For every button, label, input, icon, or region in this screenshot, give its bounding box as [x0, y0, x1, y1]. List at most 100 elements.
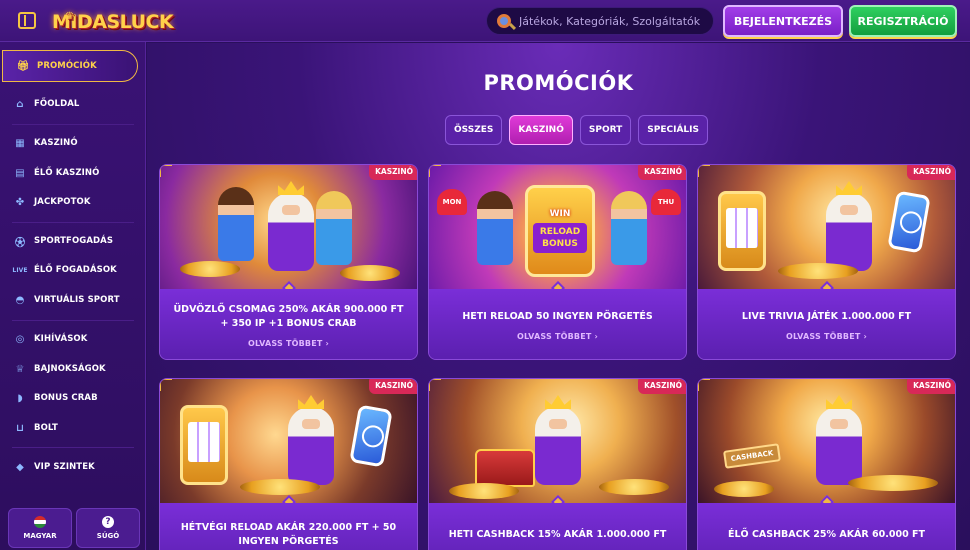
read-more-link[interactable]: OLVASS TÖBBET › — [517, 332, 598, 341]
filter-special[interactable]: SPECIÁLIS — [638, 115, 708, 145]
home-icon: ⌂ — [16, 98, 24, 110]
heart-sign: THU — [651, 189, 681, 215]
promo-card[interactable]: MON WIN RELOAD BONUS THU HETI RELOAD 50 … — [428, 164, 687, 360]
coins-illustration — [599, 479, 669, 495]
sidebar-item-jackpots[interactable]: ✤ JACKPOTOK — [0, 187, 146, 217]
category-badge: KASZINÓ — [369, 165, 417, 180]
treasure-chest-illustration — [475, 449, 535, 487]
sidebar-item-label: VIP SZINTEK — [34, 462, 95, 472]
search-box[interactable] — [486, 7, 714, 35]
promo-image: CASHBACK — [698, 379, 955, 503]
promo-card[interactable]: HÉTVÉGI RELOAD AKÁR 220.000 FT + 50 INGY… — [159, 378, 418, 550]
king-midas-illustration — [535, 407, 581, 485]
promo-info: ÜDVÖZLŐ CSOMAG 250% AKÁR 900.000 FT + 35… — [160, 289, 417, 359]
filter-sport[interactable]: SPORT — [579, 115, 632, 145]
sidebar-item-live-betting[interactable]: LIVE ÉLŐ FOGADÁSOK — [0, 255, 146, 285]
sidebar-item-tournaments[interactable]: ♕ BAJNOKSÁGOK — [0, 354, 146, 384]
target-icon: ◎ — [15, 333, 25, 345]
promo-info: HETI CASHBACK 15% AKÁR 1.000.000 FT — [429, 503, 686, 550]
page-title: PROMÓCIÓK — [483, 71, 634, 95]
filter-tabs: ÖSSZES KASZINÓ SPORT SPECIÁLIS — [445, 115, 708, 145]
help-icon: ? — [102, 516, 114, 528]
promo-title: ÜDVÖZLŐ CSOMAG 250% AKÁR 900.000 FT + 35… — [173, 303, 404, 329]
coins-illustration — [848, 475, 938, 491]
sidebar-item-label: VIRTUÁLIS SPORT — [34, 295, 120, 305]
coins-illustration — [340, 265, 400, 281]
character-illustration — [218, 187, 254, 261]
sidebar-item-label: BOLT — [34, 423, 58, 433]
promo-info: HETI RELOAD 50 INGYEN PÖRGETÉS OLVASS TÖ… — [429, 289, 686, 359]
sidebar-item-casino[interactable]: ▦ KASZINÓ — [0, 128, 146, 158]
language-label: MAGYAR — [23, 532, 57, 540]
king-midas-illustration — [268, 193, 314, 271]
promo-card[interactable]: LIVE TRIVIA JÁTÉK 1.000.000 FT OLVASS TÖ… — [697, 164, 956, 360]
promo-title: LIVE TRIVIA JÁTÉK 1.000.000 FT — [741, 310, 912, 322]
slot-machine-illustration — [718, 191, 766, 271]
king-midas-illustration — [816, 407, 862, 485]
cards-icon: ▤ — [15, 167, 25, 179]
promo-info: ÉLŐ CASHBACK 25% AKÁR 60.000 FT — [698, 503, 955, 550]
sidebar-item-label: FŐOLDAL — [34, 99, 80, 109]
promo-card[interactable]: CASHBACK ÉLŐ CASHBACK 25% AKÁR 60.000 FT… — [697, 378, 956, 550]
sidebar-item-promotions[interactable]: 🎁︎ PROMÓCIÓK — [2, 50, 138, 82]
help-label: SÚGÓ — [96, 532, 120, 540]
king-midas-illustration — [288, 407, 334, 485]
character-illustration — [477, 191, 513, 265]
read-more-link[interactable]: OLVASS TÖBBET › — [786, 332, 867, 341]
category-badge: KASZINÓ — [907, 379, 955, 394]
search-icon — [497, 14, 511, 28]
clover-icon: ✤ — [15, 196, 25, 208]
top-header: ♛ MIDASLUCK BEJELENTKEZÉS REGISZTRÁCIÓ — [0, 0, 970, 42]
gift-icon: 🎁︎ — [16, 60, 30, 72]
sidebar-item-virtual-sport[interactable]: ◓ VIRTUÁLIS SPORT — [0, 285, 146, 315]
sidebar-item-label: ÉLŐ FOGADÁSOK — [34, 265, 117, 275]
crown-icon: ♛ — [65, 11, 74, 22]
reload-bonus-sign: WIN RELOAD BONUS — [525, 185, 595, 277]
coins-illustration — [714, 481, 774, 497]
promo-card[interactable]: HETI CASHBACK 15% AKÁR 1.000.000 FT KASZ… — [428, 378, 687, 550]
sidebar-item-label: ÉLŐ KASZINÓ — [34, 168, 100, 178]
promo-title: HETI CASHBACK 15% AKÁR 1.000.000 FT — [448, 529, 667, 540]
filter-casino[interactable]: KASZINÓ — [509, 115, 573, 145]
sidebar-item-challenges[interactable]: ◎ KIHÍVÁSOK — [0, 324, 146, 354]
sidebar-item-home[interactable]: ⌂ FŐOLDAL — [0, 89, 146, 119]
search-input[interactable] — [519, 14, 709, 28]
filter-all[interactable]: ÖSSZES — [445, 115, 503, 145]
coins-illustration — [180, 261, 240, 277]
promo-card[interactable]: ÜDVÖZLŐ CSOMAG 250% AKÁR 900.000 FT + 35… — [159, 164, 418, 360]
category-badge: KASZINÓ — [907, 165, 955, 180]
sidebar-item-bonus-crab[interactable]: ◗ BONUS CRAB — [0, 383, 146, 413]
promo-info: LIVE TRIVIA JÁTÉK 1.000.000 FT OLVASS TÖ… — [698, 289, 955, 359]
sidebar-item-shop[interactable]: ⊔ BOLT — [0, 413, 146, 443]
hungary-flag-icon — [34, 516, 46, 528]
sidebar-item-vip-levels[interactable]: ◆ VIP SZINTEK — [0, 452, 146, 482]
language-button[interactable]: MAGYAR — [8, 508, 72, 548]
king-midas-illustration — [826, 193, 872, 271]
read-more-link[interactable]: OLVASS TÖBBET › — [248, 339, 329, 348]
logo[interactable]: ♛ MIDASLUCK — [52, 8, 174, 36]
promo-image: MON WIN RELOAD BONUS THU — [429, 165, 686, 289]
sidebar-item-sports-betting[interactable]: ⚽︎ SPORTFOGADÁS — [0, 226, 146, 256]
slot-machine-icon: ▦ — [15, 137, 25, 149]
corner-ornament — [429, 379, 441, 391]
crab-claw-icon: ◗ — [17, 392, 23, 404]
coins-illustration — [449, 483, 519, 499]
login-button[interactable]: BEJELENTKEZÉS — [723, 5, 843, 37]
promo-title: HÉTVÉGI RELOAD AKÁR 220.000 FT + 50 INGY… — [180, 522, 397, 547]
promo-image — [429, 379, 686, 503]
promo-title: ÉLŐ CASHBACK 25% AKÁR 60.000 FT — [728, 529, 925, 540]
help-button[interactable]: ? SÚGÓ — [76, 508, 140, 548]
reload-bonus-text: RELOAD BONUS — [533, 223, 587, 253]
gamepad-icon: ◓ — [15, 294, 25, 306]
sidebar-item-live-casino[interactable]: ▤ ÉLŐ KASZINÓ — [0, 158, 146, 188]
sidebar-item-label: KASZINÓ — [34, 138, 78, 148]
sidebar-divider — [12, 447, 134, 448]
sidebar-item-label: JACKPOTOK — [34, 197, 91, 207]
sidebar-toggle-icon[interactable] — [18, 12, 36, 29]
register-button[interactable]: REGISZTRÁCIÓ — [849, 5, 957, 37]
category-badge: KASZINÓ — [638, 379, 686, 394]
category-badge: KASZINÓ — [638, 165, 686, 180]
corner-ornament — [160, 379, 172, 391]
corner-ornament — [698, 379, 710, 391]
sidebar-item-label: BONUS CRAB — [34, 393, 98, 403]
